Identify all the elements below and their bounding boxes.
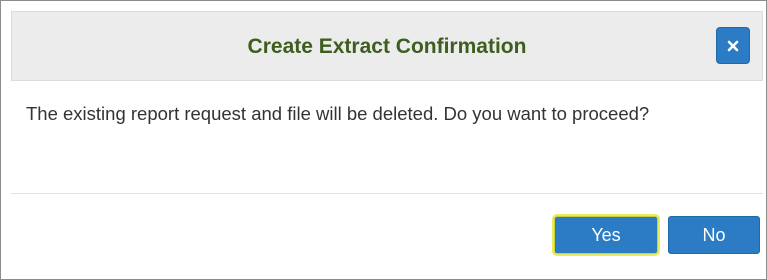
confirmation-dialog: Create Extract Confirmation The existing…: [0, 0, 767, 280]
yes-button[interactable]: Yes: [552, 214, 660, 256]
dialog-title: Create Extract Confirmation: [247, 35, 527, 58]
dialog-header: Create Extract Confirmation: [11, 11, 763, 81]
close-button[interactable]: [716, 27, 750, 64]
close-icon: [727, 40, 739, 52]
no-button[interactable]: No: [668, 216, 760, 254]
dialog-message: The existing report request and file wil…: [26, 103, 650, 124]
footer-divider: [11, 193, 763, 194]
